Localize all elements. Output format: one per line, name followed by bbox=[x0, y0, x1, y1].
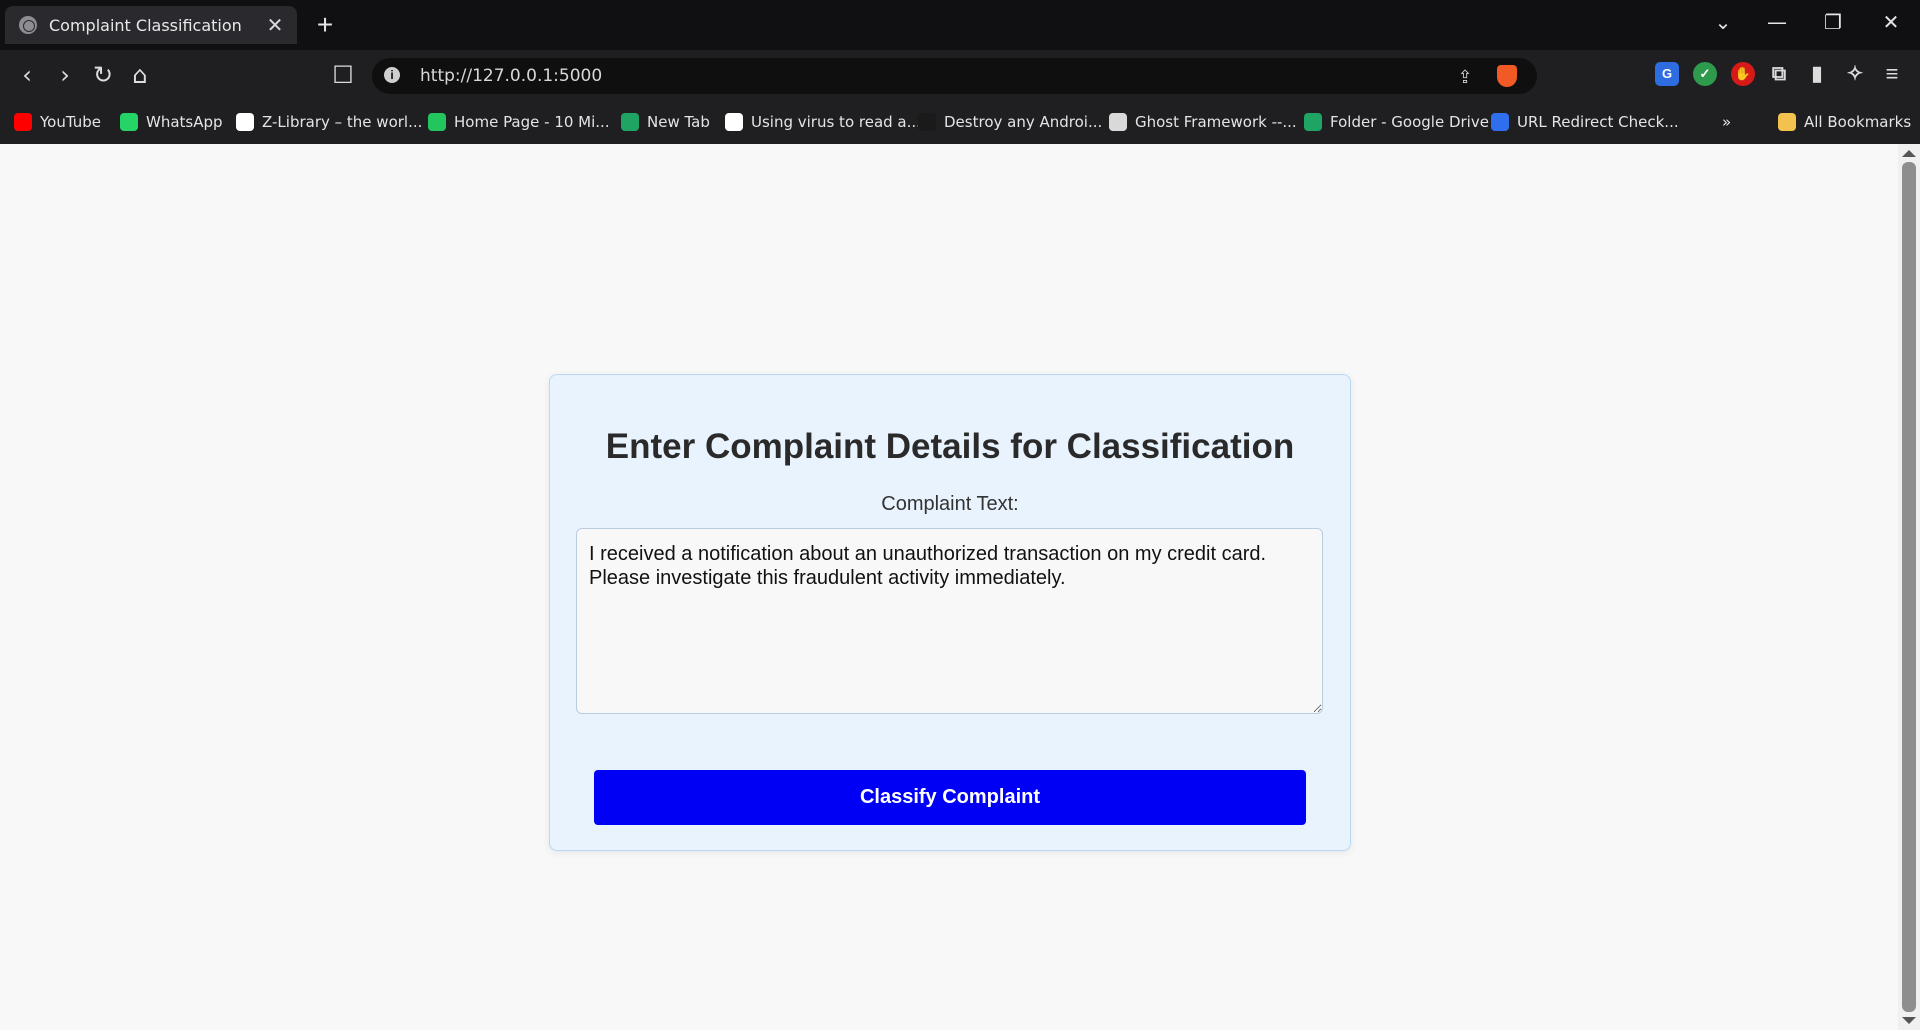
bookmark-favicon-icon bbox=[1491, 113, 1509, 131]
bookmark-item[interactable]: YouTube bbox=[14, 110, 101, 134]
page-title: Enter Complaint Details for Classificati… bbox=[605, 427, 1295, 466]
bookmark-label: YouTube bbox=[40, 113, 101, 131]
bookmark-favicon-icon bbox=[14, 113, 32, 131]
bookmarks-bar: YouTube WhatsApp Z-Library – the worl... Ho… bbox=[0, 100, 1920, 144]
bookmark-favicon-icon bbox=[918, 113, 936, 131]
bookmark-label: Using virus to read a... bbox=[751, 113, 921, 131]
more-bookmarks-button[interactable]: » bbox=[1722, 110, 1731, 134]
all-bookmarks-button[interactable]: All Bookmarks bbox=[1778, 110, 1911, 134]
complaint-form-card: Enter Complaint Details for Classificati… bbox=[549, 374, 1351, 851]
sidebar-icon[interactable]: ▮ bbox=[1805, 62, 1829, 86]
minimize-button[interactable]: — bbox=[1762, 10, 1792, 34]
reload-button[interactable]: ↻ bbox=[88, 60, 118, 90]
url-text[interactable]: http://127.0.0.1:5000 bbox=[420, 66, 602, 86]
new-tab-button[interactable]: + bbox=[310, 8, 340, 42]
scroll-up-arrow[interactable] bbox=[1902, 150, 1916, 157]
back-button[interactable]: ‹ bbox=[12, 60, 42, 90]
browser-tab[interactable]: Complaint Classification ✕ bbox=[5, 6, 297, 44]
shield-icon[interactable]: ✓ bbox=[1693, 62, 1717, 86]
bookmark-label: Folder - Google Drive bbox=[1330, 113, 1489, 131]
page-scrollbar[interactable] bbox=[1898, 144, 1920, 1030]
brave-shields-icon[interactable] bbox=[1497, 65, 1517, 87]
all-bookmarks-label: All Bookmarks bbox=[1804, 113, 1912, 131]
bookmark-favicon-icon bbox=[1109, 113, 1127, 131]
bookmark-item[interactable]: Home Page - 10 Mi... bbox=[428, 110, 610, 134]
forward-button[interactable]: › bbox=[50, 60, 80, 90]
bookmark-favicon-icon bbox=[120, 113, 138, 131]
bookmark-favicon-icon bbox=[725, 113, 743, 131]
bookmark-item[interactable]: Z-Library – the worl... bbox=[236, 110, 422, 134]
scroll-down-arrow[interactable] bbox=[1902, 1017, 1916, 1024]
leo-icon[interactable]: ✧ bbox=[1843, 62, 1867, 86]
restore-button[interactable]: ❐ bbox=[1818, 10, 1848, 34]
bookmark-favicon-icon bbox=[236, 113, 254, 131]
address-bar[interactable]: i http://127.0.0.1:5000 ⇪ bbox=[372, 58, 1537, 94]
home-button[interactable]: ⌂ bbox=[125, 60, 155, 90]
bookmark-favicon-icon bbox=[428, 113, 446, 131]
bookmark-item[interactable]: Ghost Framework --... bbox=[1109, 110, 1297, 134]
bookmark-item[interactable]: Destroy any Androi... bbox=[918, 110, 1102, 134]
globe-icon bbox=[19, 16, 37, 34]
bookmark-label: Z-Library – the worl... bbox=[262, 113, 423, 131]
bookmark-icon[interactable]: ☐ bbox=[328, 60, 358, 90]
bookmark-label: Ghost Framework --... bbox=[1135, 113, 1297, 131]
bookmark-favicon-icon bbox=[1304, 113, 1322, 131]
extensions-icon[interactable]: ⧉ bbox=[1767, 62, 1791, 86]
bookmark-item[interactable]: New Tab bbox=[621, 110, 710, 134]
bookmark-label: New Tab bbox=[647, 113, 710, 131]
close-window-button[interactable]: ✕ bbox=[1876, 10, 1906, 34]
translate-icon[interactable]: G bbox=[1655, 62, 1679, 86]
chevron-down-icon[interactable]: ⌄ bbox=[1708, 10, 1738, 34]
bookmark-label: URL Redirect Check... bbox=[1517, 113, 1679, 131]
scroll-thumb[interactable] bbox=[1902, 162, 1916, 1012]
site-info-icon[interactable]: i bbox=[384, 67, 400, 83]
browser-chrome: Complaint Classification ✕ + ⌄ — ❐ ✕ ‹ ›… bbox=[0, 0, 1920, 144]
bookmark-item[interactable]: URL Redirect Check... bbox=[1491, 110, 1679, 134]
tab-strip: Complaint Classification ✕ + ⌄ — ❐ ✕ bbox=[0, 0, 1920, 50]
adblock-icon[interactable]: ✋ bbox=[1731, 62, 1755, 86]
tab-title: Complaint Classification bbox=[49, 15, 242, 35]
bookmark-item[interactable]: WhatsApp bbox=[120, 110, 223, 134]
complaint-text-label: Complaint Text: bbox=[881, 493, 1019, 515]
menu-icon[interactable]: ≡ bbox=[1880, 62, 1904, 86]
bookmark-item[interactable]: Folder - Google Drive bbox=[1304, 110, 1489, 134]
folder-icon bbox=[1778, 113, 1796, 131]
bookmark-label: Home Page - 10 Mi... bbox=[454, 113, 610, 131]
complaint-text-input[interactable] bbox=[576, 528, 1323, 714]
bookmark-label: Destroy any Androi... bbox=[944, 113, 1103, 131]
close-tab-button[interactable]: ✕ bbox=[263, 13, 287, 38]
share-icon[interactable]: ⇪ bbox=[1452, 64, 1478, 90]
toolbar: ‹ › ↻ ⌂ ☐ i http://127.0.0.1:5000 ⇪ G ✓ … bbox=[0, 50, 1920, 100]
bookmark-item[interactable]: Using virus to read a... bbox=[725, 110, 921, 134]
bookmark-favicon-icon bbox=[621, 113, 639, 131]
classify-complaint-button[interactable]: Classify Complaint bbox=[594, 770, 1306, 825]
bookmark-label: WhatsApp bbox=[146, 113, 223, 131]
